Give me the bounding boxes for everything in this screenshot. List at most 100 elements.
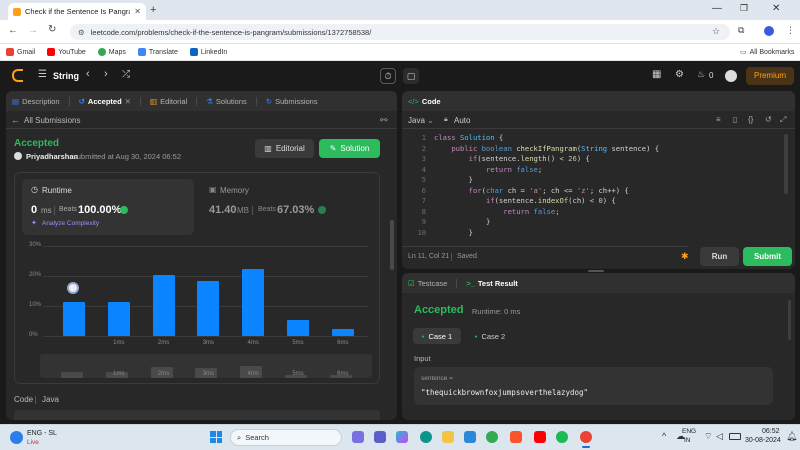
wifi-icon[interactable]: ⌔ — [704, 431, 712, 442]
weather-title[interactable]: ENG - SL — [27, 430, 57, 437]
bar-1ms[interactable] — [107, 301, 130, 336]
site-info-icon[interactable]: ⚙ — [78, 28, 85, 37]
bar-4ms[interactable] — [242, 268, 265, 336]
clock-time[interactable]: 06:52 — [762, 428, 780, 435]
run-button[interactable]: Run — [700, 247, 739, 266]
panel-resize-handle[interactable] — [588, 270, 604, 272]
teams-icon[interactable] — [374, 431, 386, 443]
next-problem-icon[interactable]: › — [104, 68, 108, 80]
edge-icon[interactable] — [420, 431, 432, 443]
language-select[interactable]: Java ⌄ — [408, 116, 434, 125]
prev-problem-icon[interactable]: ‹ — [86, 68, 90, 80]
back-arrow-icon[interactable]: ← — [11, 115, 20, 125]
debug-icon[interactable]: ✱ — [681, 251, 689, 262]
brave-icon[interactable] — [510, 431, 522, 443]
editor-scrollbar[interactable] — [784, 134, 788, 194]
tray-chevron-icon[interactable]: ^ — [662, 431, 666, 441]
code-section-language: Java — [42, 395, 59, 404]
bookmark-translate[interactable]: Translate — [137, 48, 178, 56]
analyze-complexity-link[interactable]: Analyze Complexity — [42, 220, 99, 227]
submitter-name[interactable]: Priyadharshan — [26, 152, 78, 161]
bar-3ms[interactable] — [197, 280, 220, 336]
leetcode-logo[interactable] — [12, 69, 23, 82]
editorial-button[interactable]: ▥ Editorial — [255, 139, 314, 158]
premium-button[interactable]: Premium — [746, 67, 794, 85]
copilot-icon[interactable] — [396, 431, 408, 443]
all-submissions-link[interactable]: All Submissions — [24, 116, 80, 125]
tab-solutions[interactable]: ⚗ Solutions — [206, 97, 247, 106]
weather-icon[interactable] — [10, 431, 23, 444]
tab-accepted[interactable]: ↺ Accepted ✕ — [79, 97, 131, 106]
back-icon[interactable]: ← — [8, 25, 18, 36]
list-icon[interactable]: ☰ — [38, 69, 47, 80]
bookmark-linkedin[interactable]: LinkedIn — [189, 48, 227, 56]
close-tab-icon[interactable]: ✕ — [134, 7, 141, 16]
forward-icon[interactable]: → — [28, 25, 38, 36]
settings-icon[interactable]: ⚙ — [675, 69, 684, 80]
tab-test-result[interactable]: >_ Test Result — [466, 279, 517, 288]
user-avatar[interactable] — [725, 70, 737, 82]
share-link-icon[interactable]: ⚯ — [380, 115, 388, 126]
tab-testcase[interactable]: ☑ Testcase — [408, 279, 447, 288]
profile-avatar[interactable] — [764, 26, 774, 36]
tab-submissions[interactable]: ↻ Submissions — [266, 97, 318, 106]
reload-icon[interactable]: ↻ — [48, 24, 56, 35]
extensions-icon[interactable]: ⧉ — [738, 25, 744, 36]
problem-list-title[interactable]: String — [53, 71, 79, 81]
new-tab-icon[interactable]: + — [150, 4, 156, 16]
bookmark-youtube[interactable]: YouTube — [47, 48, 86, 56]
bookmark-star-icon[interactable]: ☆ — [712, 26, 720, 37]
timer-icon[interactable]: ⏱ — [380, 68, 396, 84]
taskbar-search[interactable]: ⌕ Search — [230, 429, 342, 446]
bar-5ms[interactable] — [287, 319, 309, 336]
fire-icon[interactable]: ♨ — [697, 69, 705, 80]
close-tab-accepted-icon[interactable]: ✕ — [125, 97, 131, 106]
code-line-3: if(sentence.length() < 26) { — [468, 154, 590, 163]
case-1-tab[interactable]: • Case 1 — [413, 328, 461, 344]
keyboard-language[interactable]: ENG — [682, 428, 696, 435]
file-explorer-icon[interactable] — [442, 431, 454, 443]
format-icon[interactable]: ≡ — [716, 115, 721, 124]
reset-icon[interactable]: ↺ — [765, 115, 772, 124]
spotify-icon[interactable] — [556, 431, 568, 443]
browser-tab[interactable]: Check if the Sentence Is Pangra… ✕ — [8, 3, 146, 20]
task-view-icon[interactable] — [352, 431, 364, 443]
memory-label[interactable]: Memory — [220, 186, 249, 195]
bar-0ms[interactable] — [63, 301, 85, 336]
chrome-active-icon[interactable] — [580, 431, 592, 443]
submit-button[interactable]: Submit — [743, 247, 792, 266]
bookmark-gmail[interactable]: Gmail — [6, 48, 35, 56]
windows-start-icon[interactable] — [210, 431, 222, 443]
photos-icon[interactable] — [464, 431, 476, 443]
url-field[interactable]: ⚙ leetcode.com/problems/check-if-the-sen… — [70, 24, 730, 40]
volume-icon[interactable]: ◁ — [716, 431, 723, 442]
bar-2ms[interactable] — [152, 274, 175, 336]
notification-bell-icon[interactable]: 🔔︎ — [786, 431, 797, 442]
case-2-tab[interactable]: • Case 2 — [468, 328, 512, 344]
close-window-icon[interactable]: ✕ — [772, 3, 780, 14]
tab-editorial[interactable]: ▥ Editorial — [150, 97, 187, 106]
minimize-icon[interactable]: — — [712, 3, 722, 14]
bookmark-icon[interactable]: ▯ — [733, 115, 737, 124]
shuffle-icon[interactable]: ⤮ — [122, 69, 130, 80]
maps-icon — [97, 48, 106, 56]
auto-mode[interactable]: Auto — [454, 116, 470, 125]
solution-button[interactable]: ✎ Solution — [319, 139, 380, 158]
tab-description[interactable]: ▤ Description — [12, 97, 60, 106]
code-editor[interactable]: class Solution { public boolean checkIfP… — [434, 133, 774, 241]
layout-icon[interactable]: ▦ — [652, 69, 661, 80]
bookmark-maps[interactable]: Maps — [97, 48, 126, 56]
youtube-taskbar-icon[interactable] — [534, 431, 546, 443]
battery-icon[interactable] — [729, 433, 741, 440]
left-panel-tabs: ▤ Description ↺ Accepted ✕ ▥ Editorial ⚗ Solu… — [6, 91, 397, 111]
expand-icon[interactable]: ⤢ — [780, 115, 786, 125]
result-scrollbar[interactable] — [788, 300, 791, 340]
chrome-taskbar-icon[interactable] — [486, 431, 498, 443]
all-bookmarks[interactable]: ▭ All Bookmarks — [740, 48, 794, 57]
maximize-icon[interactable]: ❐ — [740, 3, 748, 14]
notes-icon[interactable]: ▢ — [403, 68, 419, 84]
menu-icon[interactable]: ⋮ — [786, 25, 795, 36]
bar-6ms[interactable] — [331, 328, 354, 336]
left-scrollbar[interactable] — [390, 220, 394, 270]
braces-icon[interactable]: {} — [748, 115, 753, 124]
